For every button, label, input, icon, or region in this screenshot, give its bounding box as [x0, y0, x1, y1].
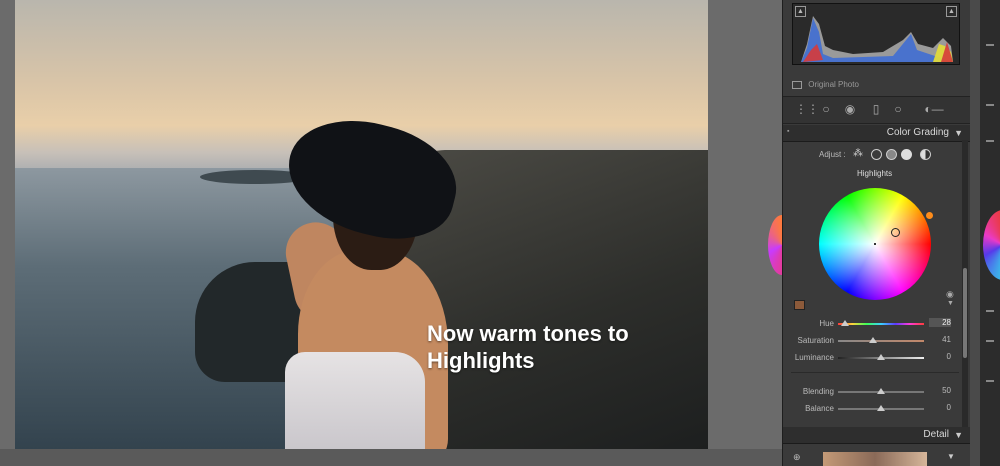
midtones-mode-icon[interactable]: [886, 149, 897, 160]
highlight-clipping-icon[interactable]: ▲: [946, 6, 957, 17]
luminance-slider-thumb[interactable]: [877, 354, 885, 360]
balance-slider-thumb[interactable]: [877, 405, 885, 411]
balance-slider-value[interactable]: 0: [929, 403, 951, 412]
original-photo-checkbox[interactable]: [792, 80, 802, 89]
edge-tick: [986, 104, 994, 106]
histogram: ▲ ▲: [792, 3, 960, 65]
panel-grip-icon: ▪: [787, 128, 790, 135]
wheel-label: Highlights: [857, 169, 893, 178]
detail-header[interactable]: Detail ▼: [783, 427, 971, 444]
divider: [791, 372, 959, 373]
detail-tri-icon[interactable]: ▼: [947, 452, 955, 461]
caption-line-1: Now warm tones to: [427, 321, 629, 346]
shadow-clipping-icon[interactable]: ▲: [795, 6, 806, 17]
blending-slider-track[interactable]: [838, 388, 924, 394]
hue-slider-track[interactable]: [838, 320, 924, 326]
detail-preview-thumbnail: [823, 452, 927, 466]
collapse-triangle-icon[interactable]: ▼: [954, 128, 963, 138]
original-photo-label: Original Photo: [808, 80, 859, 89]
tool-strip: ⋮⋮ ○ ◉ ▯ ○ ◐—: [783, 96, 971, 124]
saturation-slider-thumb[interactable]: [869, 337, 878, 343]
saturation-handle[interactable]: [926, 212, 933, 219]
color-swatch[interactable]: [794, 300, 805, 310]
edge-tick: [986, 140, 994, 142]
expand-sliders-icon[interactable]: ▼: [947, 300, 954, 307]
panel-scrollbar[interactable]: [962, 140, 968, 430]
scrollbar-thumb[interactable]: [963, 268, 967, 358]
detail-title: Detail: [923, 429, 949, 440]
histogram-graph: [801, 16, 953, 62]
radial-filter-icon[interactable]: ○: [891, 102, 905, 116]
blending-slider-value[interactable]: 50: [929, 386, 951, 395]
photo-canvas[interactable]: Now warm tones to Highlights: [0, 0, 782, 466]
luminance-slider-label: Luminance: [794, 353, 834, 362]
photo-preview[interactable]: [15, 0, 708, 449]
global-mode-icon[interactable]: [920, 149, 931, 160]
edge-tick: [986, 340, 994, 342]
saturation-slider-value[interactable]: 41: [929, 335, 951, 344]
highlights-mode-icon[interactable]: [901, 149, 912, 160]
eye-icon[interactable]: ◉: [946, 289, 954, 300]
develop-right-panel: ▲ ▲ Original Photo ⋮⋮ ○ ◉ ▯ ○ ◐— ▪ Color…: [782, 0, 971, 466]
edge-tick: [986, 310, 994, 312]
blending-slider-thumb[interactable]: [877, 388, 885, 394]
caption-line-2: Highlights: [427, 348, 535, 373]
original-photo-toggle[interactable]: Original Photo: [792, 80, 859, 89]
hue-slider-thumb[interactable]: [840, 320, 849, 326]
photo-dress: [285, 352, 425, 449]
balance-slider-track[interactable]: [838, 405, 924, 411]
color-grading-header[interactable]: ▪ Color Grading ▼: [783, 125, 971, 142]
edge-tick: [986, 44, 994, 46]
graduated-filter-icon[interactable]: ▯: [869, 102, 883, 116]
three-way-mode-icon[interactable]: ⁂: [853, 148, 863, 159]
detail-collapse-icon[interactable]: ▼: [954, 430, 963, 440]
redeye-icon[interactable]: ◉: [843, 102, 857, 116]
luminance-slider-track[interactable]: [838, 354, 924, 360]
blending-slider-label: Blending: [802, 387, 834, 396]
balance-slider-label: Balance: [805, 404, 834, 413]
adjust-label: Adjust :: [819, 150, 846, 159]
wheel-center-marker: [874, 243, 876, 245]
target-adjust-icon[interactable]: ⊕: [793, 452, 801, 463]
hue-slider-value[interactable]: 28: [929, 318, 951, 327]
saturation-slider-label: Saturation: [797, 336, 834, 345]
luminance-slider-value[interactable]: 0: [929, 352, 951, 361]
saturation-slider-track[interactable]: [838, 337, 924, 343]
color-grading-title: Color Grading: [886, 127, 949, 138]
adjustment-brush-icon[interactable]: ◐—: [911, 102, 957, 116]
filmstrip-edge: [0, 449, 782, 466]
tutorial-caption: Now warm tones to Highlights: [427, 320, 687, 374]
wheel-picker-handle[interactable]: [891, 228, 900, 237]
crop-icon[interactable]: ⋮⋮: [795, 102, 819, 116]
hue-slider-label: Hue: [819, 319, 834, 328]
edge-strip: [970, 0, 980, 466]
spot-removal-icon[interactable]: ○: [819, 102, 833, 116]
shadows-mode-icon[interactable]: [871, 149, 882, 160]
edge-tick: [986, 380, 994, 382]
